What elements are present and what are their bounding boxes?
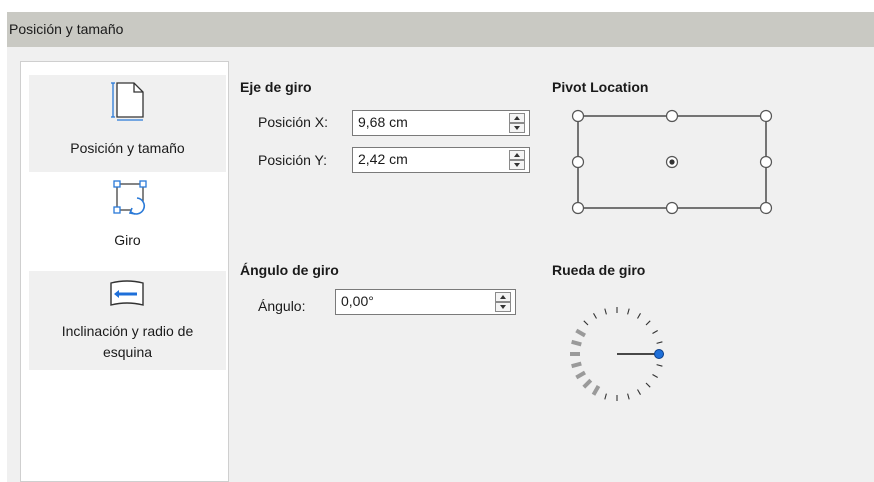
pos-y-decrement-button[interactable] <box>509 160 525 170</box>
sidebar-item-rotation[interactable]: Giro <box>29 172 226 271</box>
dial-section-title: Rueda de giro <box>552 262 646 278</box>
dialog-title: Posición y tamaño <box>9 21 124 37</box>
page-size-icon <box>111 82 144 121</box>
pivot-location-title: Pivot Location <box>552 79 649 95</box>
sidebar-item-slant-corner[interactable]: Inclinación y radio de esquina <box>29 271 226 370</box>
dial-tick <box>627 308 630 315</box>
pivot-bottom-left-radio[interactable] <box>571 201 585 215</box>
pivot-section-title: Eje de giro <box>240 79 312 95</box>
sidebar-item-label: Giro <box>114 232 141 248</box>
sidebar-item-label: Posición y tamaño <box>70 140 185 156</box>
page-sidebar: Posición y tamaño Giro Inclinación y rad… <box>20 61 229 482</box>
pivot-top-left-radio[interactable] <box>571 109 585 123</box>
dial-tick <box>604 393 607 400</box>
pivot-center-selected-dot <box>669 159 675 165</box>
angle-label: Ángulo: <box>258 298 306 314</box>
rotate-icon <box>113 180 147 215</box>
pivot-top-center-radio[interactable] <box>665 109 679 123</box>
sidebar-item-position-size[interactable]: Posición y tamaño <box>29 75 226 172</box>
dial-tick <box>593 313 597 319</box>
pivot-location-grid[interactable] <box>565 106 775 216</box>
dial-tick <box>645 382 651 388</box>
dial-tick <box>652 374 658 378</box>
dial-tick <box>571 361 582 369</box>
sidebar-item-label-line2: esquina <box>102 344 153 360</box>
angle-section-title: Ángulo de giro <box>240 262 339 278</box>
sidebar-item-label: Inclinación y radio de <box>61 323 194 339</box>
rotation-dial[interactable] <box>560 299 670 409</box>
dial-tick <box>637 313 641 319</box>
pos-x-decrement-button[interactable] <box>509 123 525 133</box>
slant-icon <box>110 280 144 306</box>
angle-decrement-button[interactable] <box>495 302 511 312</box>
dial-tick <box>656 341 663 344</box>
dial-tick <box>591 385 601 396</box>
pos-y-field[interactable]: 2,42 cm <box>352 147 530 173</box>
pivot-bottom-center-radio[interactable] <box>665 201 679 215</box>
dial-tick <box>582 378 593 389</box>
dialog-title-bar: Posición y tamaño <box>7 12 874 47</box>
pos-y-increment-button[interactable] <box>509 150 525 160</box>
angle-field[interactable]: 0,00° <box>335 289 516 315</box>
dial-tick <box>656 364 663 367</box>
pivot-middle-left-radio[interactable] <box>571 155 585 169</box>
dial-tick <box>571 339 582 347</box>
dial-tick <box>575 370 586 380</box>
pos-x-field[interactable]: 9,68 cm <box>352 110 530 136</box>
pivot-top-right-radio[interactable] <box>759 109 773 123</box>
pos-x-value: 9,68 cm <box>358 114 408 130</box>
dial-tick <box>583 320 589 326</box>
dial-tick <box>627 393 630 400</box>
dial-tick <box>575 328 586 338</box>
angle-increment-button[interactable] <box>495 292 511 302</box>
pos-x-label: Posición X: <box>258 114 329 130</box>
dial-tick <box>604 308 607 315</box>
angle-value: 0,00° <box>341 293 374 309</box>
pos-y-value: 2,42 cm <box>358 151 408 167</box>
dial-tick <box>652 330 658 334</box>
dial-tick <box>645 320 651 326</box>
dial-tick <box>637 389 641 395</box>
dial-handle[interactable] <box>654 349 664 359</box>
pos-y-label: Posición Y: <box>258 152 328 168</box>
pivot-middle-right-radio[interactable] <box>759 155 773 169</box>
pos-x-increment-button[interactable] <box>509 113 525 123</box>
pivot-bottom-right-radio[interactable] <box>759 201 773 215</box>
